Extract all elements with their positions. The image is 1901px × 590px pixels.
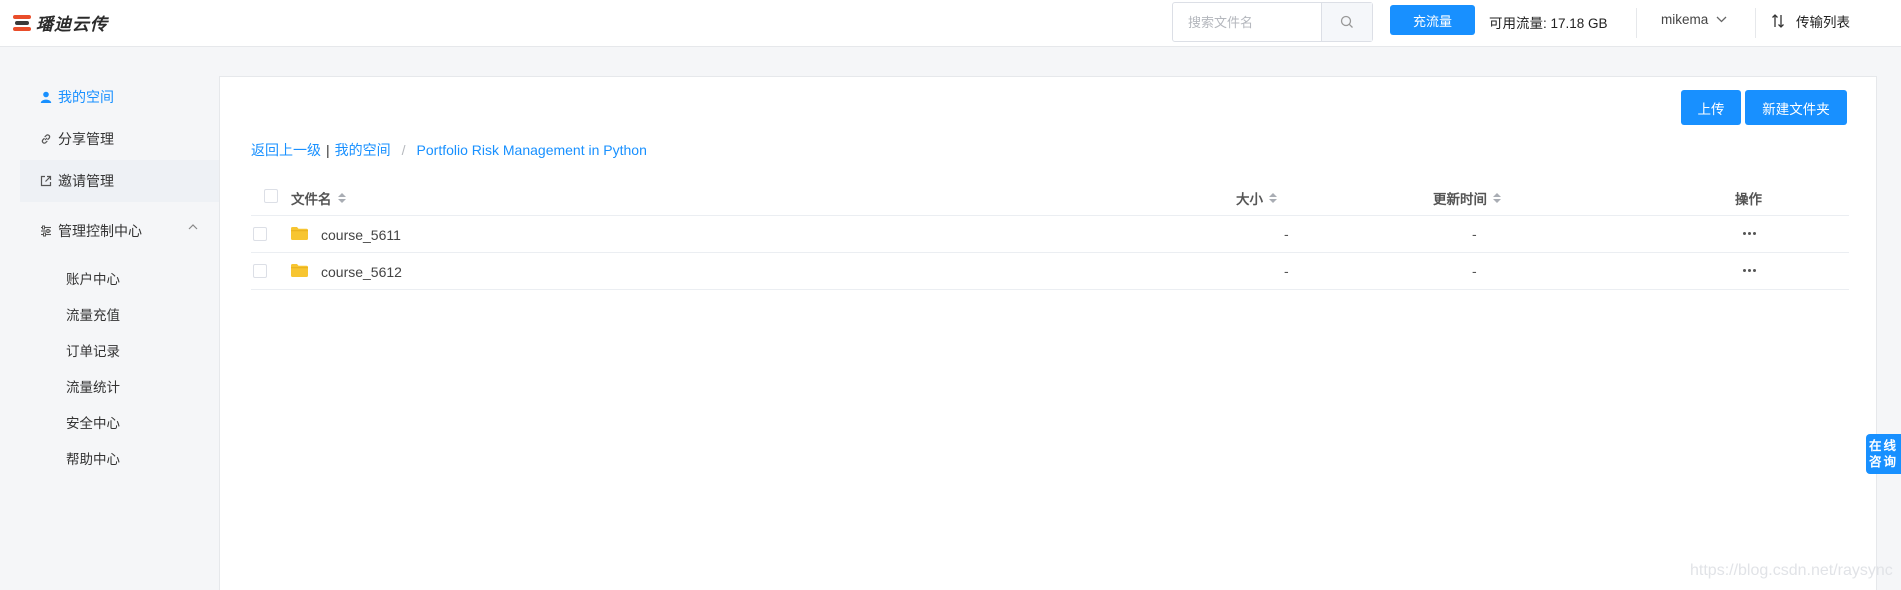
sidebar-subitem-account-center[interactable]: 账户中心 [66,268,120,288]
transfer-list-label: 传输列表 [1796,15,1850,30]
link-icon [41,134,51,144]
online-consult-button[interactable]: 在线咨询 [1866,434,1901,474]
sidebar-group-admin-center[interactable]: 管理控制中心 [20,210,219,252]
chevron-up-icon [188,224,198,230]
sidebar-subitem-order-records[interactable]: 订单记录 [66,340,120,360]
new-folder-button[interactable]: 新建文件夹 [1745,90,1847,125]
row-checkbox[interactable] [253,227,267,241]
select-all-checkbox[interactable] [264,189,278,203]
watermark: https://blog.csdn.net/raysync [1690,562,1893,579]
more-actions-icon[interactable] [1743,269,1756,272]
transfer-arrows-icon [1772,14,1784,28]
breadcrumb-back-link[interactable]: 返回上一级 [251,140,321,160]
file-name[interactable]: course_5612 [321,264,402,280]
column-size-header[interactable]: 大小 [1236,188,1277,208]
user-menu[interactable]: mikema [1661,12,1727,27]
column-name-header[interactable]: 文件名 [291,188,346,208]
username: mikema [1661,12,1709,27]
folder-icon [291,264,308,277]
search-icon [1340,15,1353,28]
sliders-icon [41,225,51,237]
logo[interactable]: 璠迪云传 [13,10,108,35]
file-updated: - [1472,263,1477,279]
row-checkbox[interactable] [253,264,267,278]
sort-icon[interactable] [1493,193,1501,203]
breadcrumb: 返回上一级 | 我的空间 / Portfolio Risk Management… [251,140,647,160]
header-divider [1755,8,1756,38]
search-box [1172,2,1373,42]
external-link-icon [40,175,52,187]
available-traffic: 可用流量: 17.18 GB [1489,16,1608,31]
recharge-button[interactable]: 充流量 [1390,5,1475,35]
file-size: - [1284,263,1289,279]
logo-text: 璠迪云传 [36,15,108,34]
logo-icon [13,12,33,34]
sidebar-item-my-space[interactable]: 我的空间 [20,76,219,118]
table-header: 文件名 大小 更新时间 操作 [251,174,1849,216]
sidebar-item-invite-management[interactable]: 邀请管理 [20,160,219,202]
sidebar-item-label: 我的空间 [58,89,114,105]
sidebar-item-label: 邀请管理 [58,173,114,189]
file-updated: - [1472,226,1477,242]
user-icon [40,91,52,103]
breadcrumb-root-link[interactable]: 我的空间 [335,140,391,160]
header-divider [1636,8,1637,38]
chevron-down-icon [1716,16,1727,23]
sort-icon[interactable] [1269,193,1277,203]
sidebar-subitem-security-center[interactable]: 安全中心 [66,412,120,432]
breadcrumb-slash: / [401,142,406,158]
table-row[interactable]: course_5611 - - [251,216,1849,253]
sidebar-subitem-traffic-recharge[interactable]: 流量充值 [66,304,120,324]
transfer-list-button[interactable]: 传输列表 [1772,11,1850,31]
sidebar-group-label: 管理控制中心 [58,223,142,239]
file-name[interactable]: course_5611 [321,227,401,243]
sidebar-subitem-help-center[interactable]: 帮助中心 [66,448,120,468]
breadcrumb-current: Portfolio Risk Management in Python [416,142,647,158]
breadcrumb-separator: | [326,142,330,158]
column-updated-header[interactable]: 更新时间 [1433,188,1501,208]
file-size: - [1284,226,1289,242]
sort-icon[interactable] [337,193,346,203]
search-input[interactable] [1173,3,1321,41]
more-actions-icon[interactable] [1743,232,1756,235]
search-button[interactable] [1321,3,1372,41]
top-header: 璠迪云传 充流量 可用流量: 17.18 GB mikema 传输列表 [0,0,1901,47]
folder-icon [291,227,308,240]
column-actions-header: 操作 [1735,192,1762,207]
sidebar-item-label: 分享管理 [58,131,114,147]
table-row[interactable]: course_5612 - - [251,253,1849,290]
file-panel: 上传 新建文件夹 返回上一级 | 我的空间 / Portfolio Risk M… [219,76,1877,590]
upload-button[interactable]: 上传 [1681,90,1741,125]
sidebar-item-share-management[interactable]: 分享管理 [20,118,219,160]
sidebar-subitem-traffic-stats[interactable]: 流量统计 [66,376,120,396]
